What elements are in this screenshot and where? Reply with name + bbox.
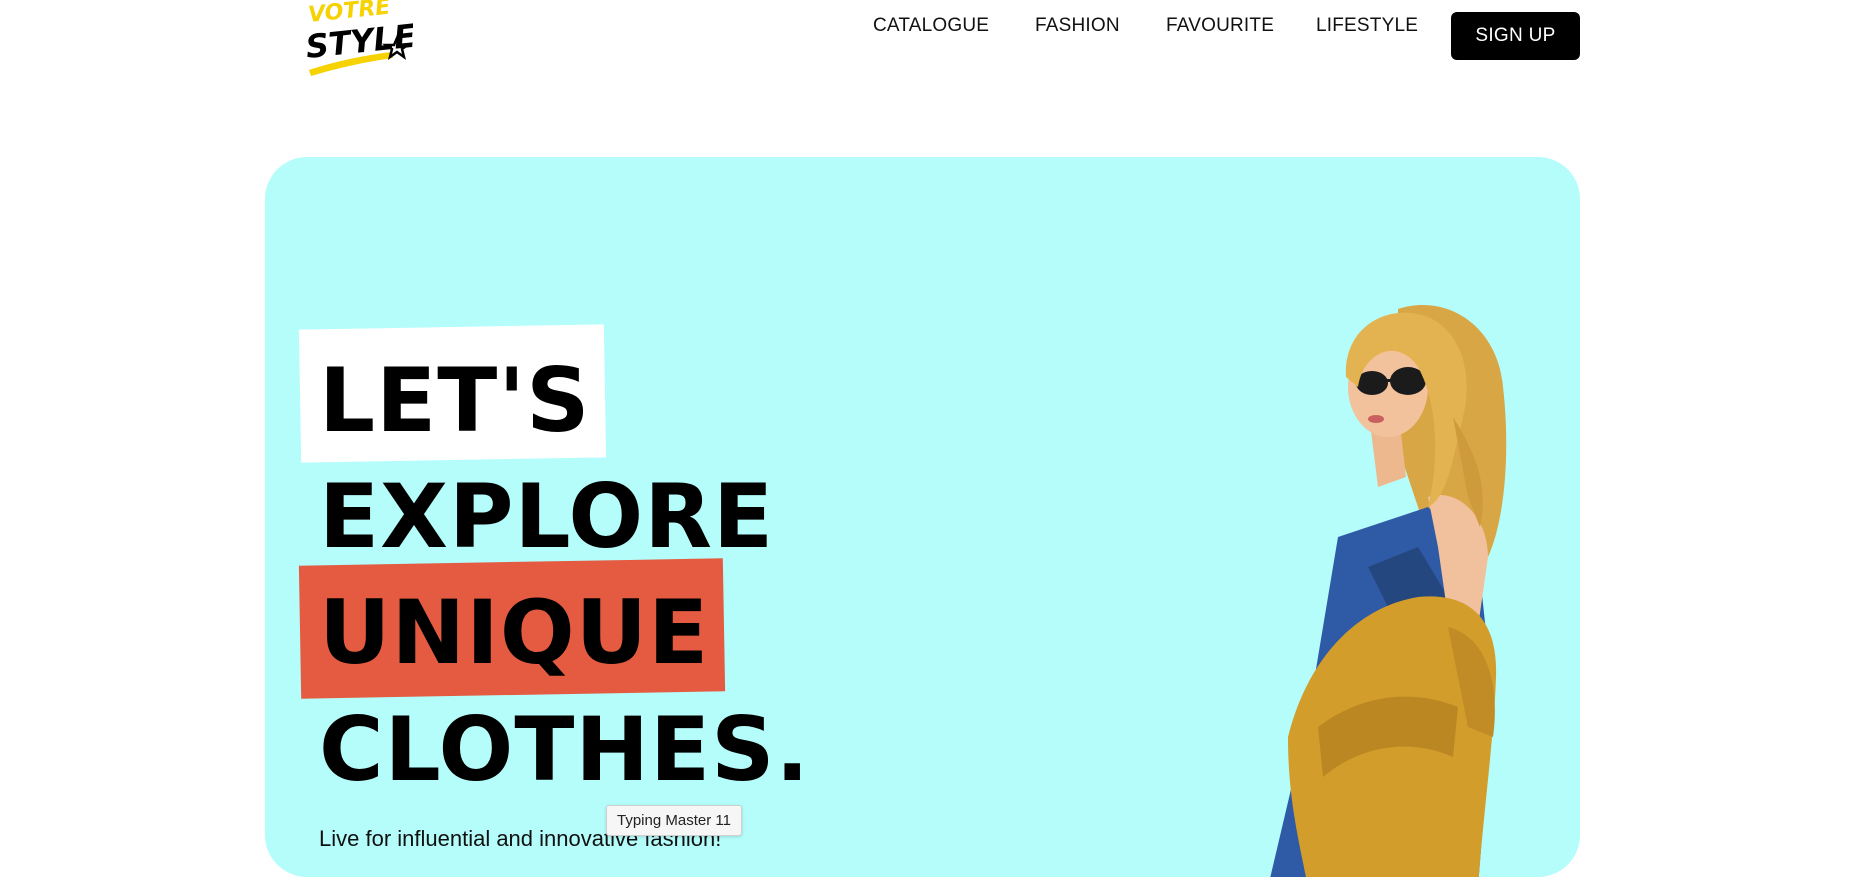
nav-catalogue[interactable]: CATALOGUE xyxy=(873,15,989,37)
headline-line-1: LET'S xyxy=(319,349,591,452)
fashion-model-image xyxy=(1270,305,1507,877)
votre-style-logo[interactable]: VOTRE STYLE xyxy=(305,0,413,78)
nav-lifestyle[interactable]: LIFESTYLE xyxy=(1316,15,1418,37)
sign-up-button[interactable]: SIGN UP xyxy=(1451,12,1580,60)
headline-line-2: EXPLORE xyxy=(319,465,775,568)
taskbar-tooltip: Typing Master 11 xyxy=(606,805,742,836)
nav-favourite[interactable]: FAVOURITE xyxy=(1166,15,1274,37)
nav-fashion[interactable]: FASHION xyxy=(1035,15,1120,37)
headline-line-3: UNIQUE xyxy=(319,581,710,684)
hero-section: LET'S EXPLORE UNIQUE CLOTHES. Live for i… xyxy=(265,157,1580,877)
headline-line-4: CLOTHES. xyxy=(319,698,810,801)
